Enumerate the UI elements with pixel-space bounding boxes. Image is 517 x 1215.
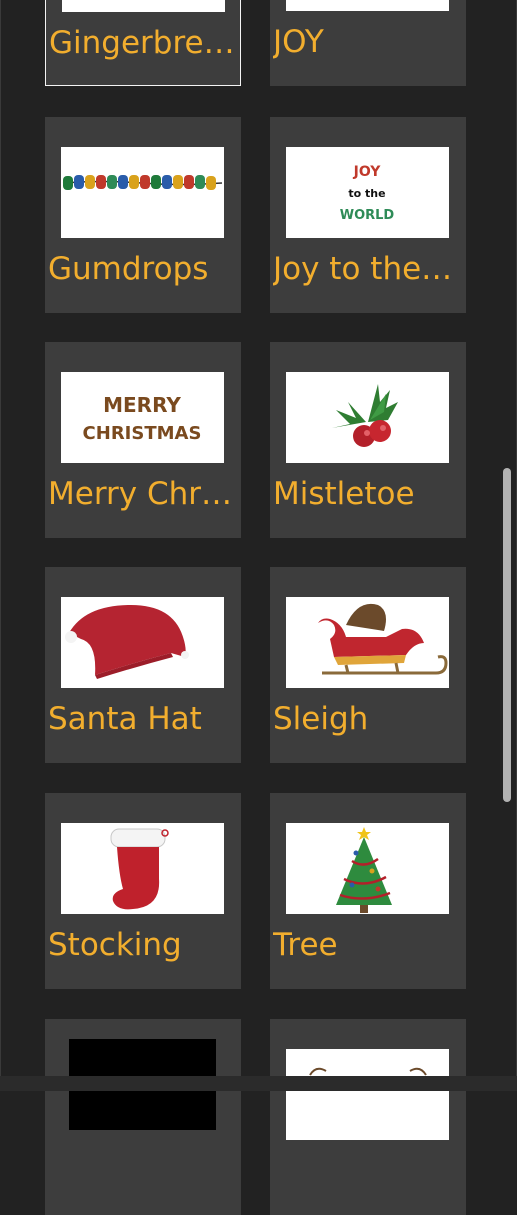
- sticker-tile-joy-to-the-world[interactable]: JOY to the WORLD Joy to the ...: [270, 117, 466, 313]
- sticker-tile-gumdrops[interactable]: Gumdrops: [45, 117, 241, 313]
- sticker-tile-tree[interactable]: Tree: [270, 793, 466, 989]
- merry-christmas-icon: MERRY CHRISTMAS: [61, 372, 224, 463]
- joy-icon: [286, 0, 449, 11]
- sticker-tile-sleigh[interactable]: Sleigh: [270, 567, 466, 763]
- stocking-icon: [61, 823, 224, 914]
- sleigh-icon: [286, 597, 449, 688]
- sticker-label: Gumdrops: [48, 251, 209, 287]
- sticker-tile-joy[interactable]: JOY: [270, 0, 466, 86]
- merry-text: MERRY: [103, 393, 181, 417]
- joy-to-the-world-icon: JOY to the WORLD: [286, 147, 449, 238]
- mistletoe-icon: [286, 372, 449, 463]
- world-text: WORLD: [340, 208, 395, 223]
- sticker-tile-stocking[interactable]: Stocking: [45, 793, 241, 989]
- sticker-tile-mistletoe[interactable]: Mistletoe: [270, 342, 466, 538]
- christmas-text: CHRISTMAS: [83, 423, 202, 444]
- to-the-text: to the: [348, 187, 385, 200]
- sticker-label: Gingerbrea...: [49, 25, 235, 61]
- sticker-tile-gingerbread[interactable]: Gingerbrea...: [45, 0, 241, 86]
- sticker-tile-partial-1[interactable]: [45, 1019, 241, 1215]
- sticker-label: Sleigh: [273, 701, 369, 737]
- panel-left-border: [0, 0, 1, 1091]
- sticker-label: Stocking: [48, 927, 182, 963]
- gingerbread-icon: [62, 0, 225, 12]
- tree-icon: [286, 823, 449, 914]
- bottom-bar: [0, 1076, 517, 1091]
- sticker-label: Tree: [273, 927, 338, 963]
- vertical-scrollbar[interactable]: [503, 468, 511, 802]
- sticker-label: Mistletoe: [273, 476, 415, 512]
- sticker-label: Joy to the ...: [273, 251, 459, 287]
- sticker-tile-santa-hat[interactable]: Santa Hat: [45, 567, 241, 763]
- sticker-label: Santa Hat: [48, 701, 202, 737]
- sticker-panel: Gingerbrea... JOY Gumdrops JOY to the WO…: [0, 0, 517, 1215]
- santa-hat-icon: [61, 597, 224, 688]
- sticker-label: JOY: [273, 24, 324, 60]
- sticker-tile-partial-2[interactable]: [270, 1019, 466, 1215]
- sticker-tile-merry-christmas[interactable]: MERRY CHRISTMAS Merry Chri...: [45, 342, 241, 538]
- reindeer-antlers-icon: [286, 1049, 449, 1140]
- sticker-label: Merry Chri...: [48, 476, 234, 512]
- joy-text: JOY: [353, 164, 382, 180]
- gumdrops-icon: [61, 147, 224, 238]
